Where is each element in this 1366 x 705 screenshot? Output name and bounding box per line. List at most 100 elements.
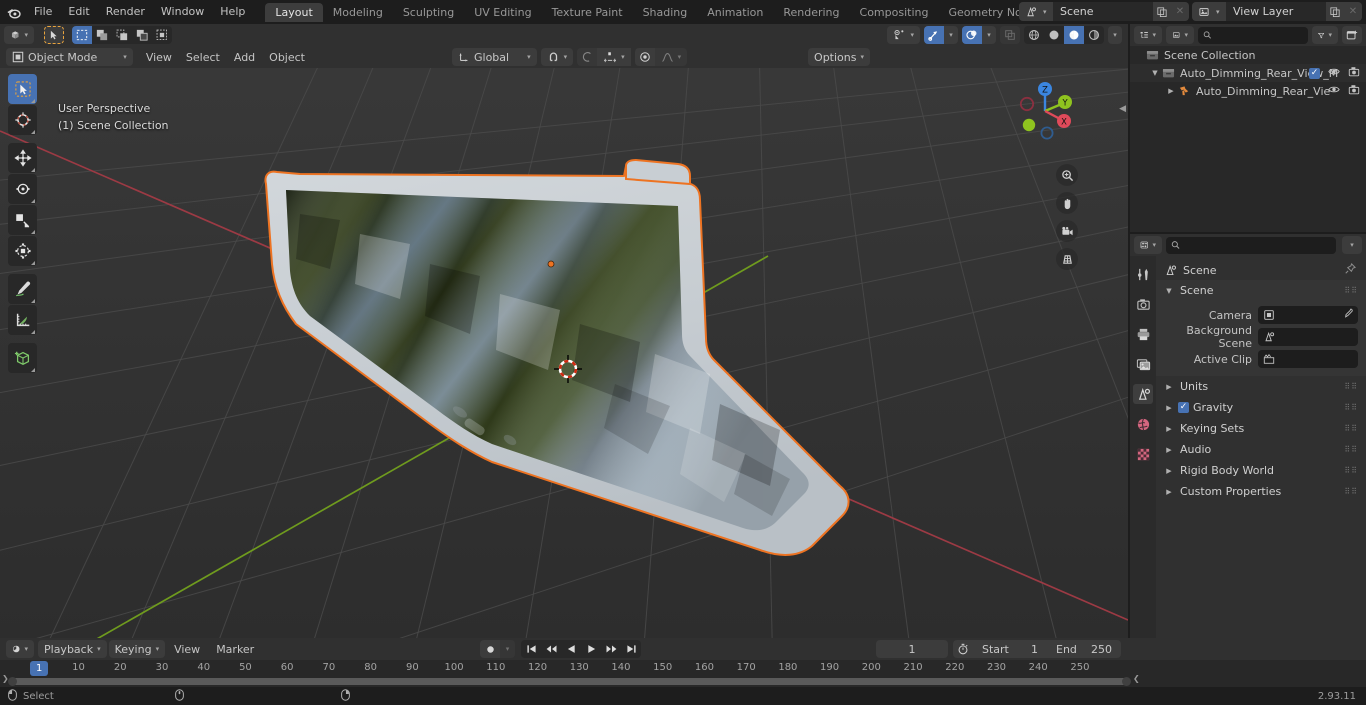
blender-logo-icon[interactable] (0, 0, 26, 24)
zoom-navigate-icon[interactable] (1056, 164, 1078, 186)
outliner-editor[interactable]: ▾ ▾ ▾ Scene Collection ▼ Auto_Dimming_Rear… (1130, 24, 1366, 232)
play-reverse-button[interactable] (561, 640, 581, 658)
triangle-right-icon[interactable]: ▶ (1164, 425, 1174, 433)
tweak-tool[interactable] (8, 74, 37, 104)
outliner-tree[interactable]: Scene Collection ▼ Auto_Dimming_Rear_View_… (1130, 46, 1366, 100)
shading-dropdown[interactable]: ▾ (1108, 26, 1122, 44)
pan-hand-icon[interactable] (1056, 192, 1078, 214)
cursor-tool[interactable] (8, 105, 37, 135)
stopwatch-icon[interactable] (953, 640, 973, 658)
timeline-scrubber[interactable]: 10 20 30 40 50 60 70 80 90 100 110 120 130 140 150 160 1… (0, 660, 1150, 678)
timeline-expand-right-arrow-icon[interactable]: ❮ (1133, 674, 1140, 683)
outliner-display-mode-icon[interactable]: ▾ (1134, 26, 1162, 44)
properties-options-chevron-icon[interactable]: ▾ (1342, 236, 1362, 254)
timeline-menu-playback[interactable]: Playback ▾ (38, 640, 107, 658)
select-difference-icon[interactable] (132, 26, 152, 44)
viewlayer-selector[interactable]: ▾ View Layer ✕ (1192, 2, 1362, 21)
triangle-right-icon[interactable]: ▶ (1164, 404, 1174, 412)
transform-tool[interactable] (8, 236, 37, 266)
panel-grip-dots[interactable]: ⠿⠿ (1344, 383, 1358, 391)
auto-keying-dropdown[interactable]: ▾ (500, 640, 515, 658)
proportional-falloff-dropdown[interactable]: ▾ (597, 48, 631, 66)
viewport-nav-buttons[interactable] (1056, 164, 1078, 270)
proportional-edit-toggle[interactable] (577, 48, 598, 66)
navigation-gizmo[interactable]: Z Y X (1010, 76, 1080, 146)
filter-id-icon[interactable]: ▾ (1166, 26, 1194, 44)
select-box-icon[interactable] (72, 26, 92, 44)
eyedropper-icon[interactable] (1342, 308, 1353, 322)
jump-to-end-button[interactable] (621, 640, 641, 658)
scene-duplicate-icon[interactable] (1153, 2, 1171, 21)
select-subtract-icon[interactable] (112, 26, 132, 44)
scene-selector[interactable]: ▾ Scene ✕ (1019, 2, 1189, 21)
timeline-expand-left-arrow-icon[interactable]: ❯ (2, 674, 9, 683)
output-tab[interactable] (1133, 324, 1153, 344)
select-tool-group[interactable] (72, 26, 172, 44)
measure-tool[interactable] (8, 305, 37, 335)
triangle-right-icon[interactable]: ▶ (1166, 87, 1176, 95)
viewport-options-dropdown[interactable]: Options ▾ (808, 48, 870, 66)
workspace-tab-uv-editing[interactable]: UV Editing (464, 3, 541, 22)
auto-keying-toggle[interactable] (480, 640, 500, 658)
timeline-editor-icon[interactable]: ▾ (6, 640, 34, 658)
menu-help[interactable]: Help (212, 2, 253, 22)
toggle-perspective-icon[interactable] (1056, 248, 1078, 270)
triangle-down-icon[interactable]: ▼ (1150, 69, 1160, 77)
properties-search-box[interactable] (1166, 236, 1336, 254)
outliner-checkbox[interactable]: ✓ (1309, 67, 1320, 79)
properties-editor[interactable]: ▾ ▾ Scene ▼ Scene ⠿⠿ Camera Background S… (1130, 234, 1366, 638)
viewport-menu-object[interactable]: Object (262, 50, 312, 65)
panel-header-audio[interactable]: ▶ Audio ⠿⠿ (1156, 439, 1366, 460)
outliner-row[interactable]: ▶ Auto_Dimming_Rear_Vie (1130, 82, 1366, 100)
panel-grip-dots[interactable]: ⠿⠿ (1344, 425, 1358, 433)
tool-tab[interactable] (1133, 264, 1153, 284)
outliner-search-box[interactable] (1198, 26, 1308, 44)
wireframe-shading-icon[interactable] (1024, 26, 1044, 44)
panel-grip-dots[interactable]: ⠿⠿ (1344, 404, 1358, 412)
viewport-menu-select[interactable]: Select (179, 50, 227, 65)
material-preview-shading-icon[interactable] (1064, 26, 1084, 44)
menu-window[interactable]: Window (153, 2, 212, 22)
shading-mode-group[interactable] (1024, 26, 1104, 44)
viewport-menu-add[interactable]: Add (227, 50, 262, 65)
workspace-tab-rendering[interactable]: Rendering (773, 3, 849, 22)
render-camera-icon[interactable] (1348, 66, 1360, 80)
select-intersect-icon[interactable] (152, 26, 172, 44)
timeline-editor[interactable]: ▾ Playback ▾ Keying ▾ View Marker ▾ 1 St… (0, 638, 1366, 687)
panel-header-keying-sets[interactable]: ▶ Keying Sets ⠿⠿ (1156, 418, 1366, 439)
current-frame-field[interactable]: 1 (876, 640, 948, 658)
sidebar-collapse-arrow-icon[interactable]: ◀ (1119, 104, 1126, 114)
next-keyframe-button[interactable] (601, 640, 621, 658)
triangle-right-icon[interactable]: ▶ (1164, 467, 1174, 475)
editor-type-3dview-icon[interactable]: ▾ (4, 26, 34, 44)
panel-grip-dots[interactable]: ⠿⠿ (1344, 467, 1358, 475)
outliner-search-input[interactable] (1215, 29, 1303, 41)
scene-tab[interactable] (1133, 384, 1153, 404)
panel-checkbox[interactable]: ✓ (1178, 402, 1189, 413)
field-camera[interactable] (1258, 306, 1358, 324)
workspace-tab-sculpting[interactable]: Sculpting (393, 3, 464, 22)
workspace-tab-animation[interactable]: Animation (697, 3, 773, 22)
panel-header-custom-properties[interactable]: ▶ Custom Properties ⠿⠿ (1156, 481, 1366, 502)
start-frame-field[interactable]: Start 1 (973, 640, 1047, 658)
object-mode-dropdown[interactable]: Object Mode ▾ (6, 48, 133, 66)
properties-search-input[interactable] (1184, 239, 1331, 251)
xray-toggle[interactable] (1000, 26, 1020, 44)
timeline-horizontal-scrollbar[interactable] (8, 677, 1131, 686)
panel-header-scene[interactable]: ▼ Scene ⠿⠿ (1156, 280, 1366, 301)
panel-grip-dots[interactable]: ⠿⠿ (1344, 287, 1358, 295)
viewlayer-tab[interactable] (1133, 354, 1153, 374)
render-tab[interactable] (1133, 294, 1153, 314)
menu-edit[interactable]: Edit (60, 2, 97, 22)
rotate-tool[interactable] (8, 174, 37, 204)
rendered-shading-icon[interactable] (1084, 26, 1104, 44)
gizmo-dropdown[interactable]: ▾ (944, 26, 958, 44)
prev-keyframe-button[interactable] (541, 640, 561, 658)
outliner-row[interactable]: ▼ Auto_Dimming_Rear_View_M ✓ (1130, 64, 1366, 82)
triangle-right-icon[interactable]: ▶ (1164, 446, 1174, 454)
gizmo-toggle[interactable] (924, 26, 944, 44)
field-active-clip[interactable] (1258, 350, 1358, 368)
workspace-tab-modeling[interactable]: Modeling (323, 3, 393, 22)
transform-orientation-dropdown[interactable]: Global ▾ (452, 48, 537, 66)
end-frame-field[interactable]: End 250 (1047, 640, 1121, 658)
